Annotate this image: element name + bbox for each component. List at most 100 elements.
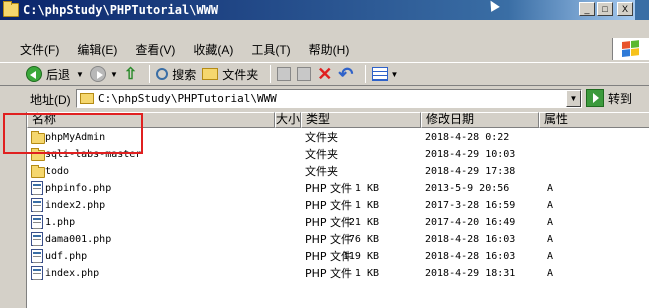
views-button[interactable]: ▼ bbox=[372, 67, 398, 81]
folder-icon bbox=[31, 165, 45, 178]
folders-button[interactable]: 文件夹 bbox=[202, 66, 258, 83]
file-attributes: A bbox=[547, 217, 554, 228]
folders-label: 文件夹 bbox=[222, 67, 259, 82]
menu-tools[interactable]: 工具(T) bbox=[251, 41, 290, 58]
menu-edit[interactable]: 编辑(E) bbox=[77, 41, 117, 58]
address-input[interactable]: C:\phpStudy\PHPTutorial\WWW ▼ bbox=[76, 89, 582, 108]
list-item[interactable]: index.php 1 KB PHP 文件 2018-4-29 18:31 A bbox=[27, 265, 649, 282]
desktop-background bbox=[635, 0, 649, 20]
file-name: index.php bbox=[45, 268, 100, 279]
file-attributes: A bbox=[547, 200, 554, 211]
file-attributes: A bbox=[547, 251, 554, 262]
forward-arrow-icon bbox=[89, 66, 106, 82]
maximize-button[interactable]: □ bbox=[597, 2, 613, 16]
move-to-button[interactable] bbox=[277, 67, 292, 81]
file-name: index2.php bbox=[45, 200, 106, 211]
php-file-icon bbox=[31, 198, 43, 212]
address-dropdown-button[interactable]: ▼ bbox=[566, 90, 581, 107]
file-type: PHP 文件 bbox=[305, 182, 353, 195]
column-header-modified[interactable]: 修改日期 bbox=[421, 112, 539, 128]
menu-file[interactable]: 文件(F) bbox=[20, 41, 59, 58]
folder-icon bbox=[80, 93, 94, 104]
file-name: 1.php bbox=[45, 217, 76, 228]
move-to-icon bbox=[277, 67, 292, 81]
file-size: 1 KB bbox=[354, 183, 379, 194]
menu-view[interactable]: 查看(V) bbox=[135, 41, 175, 58]
undo-button[interactable]: ↶ bbox=[338, 65, 353, 83]
file-modified: 2017-4-20 16:49 bbox=[425, 217, 516, 228]
file-modified: 2018-4-28 16:03 bbox=[425, 251, 516, 262]
file-type: PHP 文件 bbox=[305, 267, 353, 280]
explorer-window: C:\phpStudy\PHPTutorial\WWW _ □ X 文件(F) … bbox=[0, 0, 649, 308]
php-file-icon bbox=[31, 232, 43, 246]
file-name: dama001.php bbox=[45, 234, 112, 245]
column-header-type[interactable]: 类型 bbox=[301, 112, 421, 128]
folders-icon bbox=[202, 68, 219, 80]
file-type: PHP 文件 bbox=[305, 216, 353, 229]
back-label: 后退 bbox=[46, 67, 71, 82]
delete-button[interactable]: ✕ bbox=[317, 64, 333, 84]
php-file-icon bbox=[31, 181, 43, 195]
search-icon bbox=[156, 68, 169, 80]
menu-bar: 文件(F) 编辑(E) 查看(V) 收藏(A) 工具(T) 帮助(H) bbox=[0, 39, 612, 59]
file-attributes: A bbox=[547, 234, 554, 245]
back-button[interactable]: 后退 ▼ bbox=[26, 66, 84, 83]
minimize-button[interactable]: _ bbox=[579, 2, 595, 16]
search-button[interactable]: 搜索 bbox=[156, 66, 196, 83]
file-modified: 2017-3-28 16:59 bbox=[425, 200, 516, 211]
address-value: C:\phpStudy\PHPTutorial\WWW bbox=[98, 92, 277, 105]
forward-button[interactable]: ▼ bbox=[89, 66, 118, 82]
file-type: 文件夹 bbox=[305, 165, 338, 178]
file-modified: 2018-4-28 0:22 bbox=[425, 132, 510, 143]
file-name: phpinfo.php bbox=[45, 183, 112, 194]
toolbar-separator bbox=[149, 65, 151, 83]
file-type: 文件夹 bbox=[305, 148, 338, 161]
column-header-size[interactable]: 大小 bbox=[275, 112, 301, 128]
php-file-icon bbox=[31, 215, 43, 229]
windows-logo-icon bbox=[612, 38, 649, 60]
window-title: C:\phpStudy\PHPTutorial\WWW bbox=[23, 3, 219, 17]
file-modified: 2018-4-29 18:31 bbox=[425, 268, 516, 279]
file-size: 76 KB bbox=[348, 234, 379, 245]
up-folder-button[interactable]: ⇧ bbox=[124, 64, 137, 84]
copy-to-button[interactable] bbox=[297, 67, 312, 81]
chevron-down-icon: ▼ bbox=[390, 69, 399, 79]
php-file-icon bbox=[31, 266, 43, 280]
file-modified: 2018-4-29 17:38 bbox=[425, 166, 516, 177]
file-modified: 2018-4-28 16:03 bbox=[425, 234, 516, 245]
list-item[interactable]: index2.php 1 KB PHP 文件 2017-3-28 16:59 A bbox=[27, 197, 649, 214]
toolbar-separator bbox=[365, 65, 367, 83]
window-controls: _ □ X bbox=[579, 2, 633, 16]
go-button[interactable]: 转到 bbox=[586, 89, 632, 107]
file-attributes: A bbox=[547, 268, 554, 279]
list-item[interactable]: dama001.php 76 KB PHP 文件 2018-4-28 16:03 A bbox=[27, 231, 649, 248]
menu-favorites[interactable]: 收藏(A) bbox=[193, 41, 233, 58]
back-arrow-icon bbox=[26, 66, 42, 82]
title-bar[interactable]: C:\phpStudy\PHPTutorial\WWW bbox=[0, 0, 635, 20]
list-item[interactable]: 1.php 21 KB PHP 文件 2017-4-20 16:49 A bbox=[27, 214, 649, 231]
file-type: PHP 文件 bbox=[305, 250, 353, 263]
file-size: 1 KB bbox=[354, 268, 379, 279]
go-arrow-icon bbox=[586, 89, 604, 107]
file-type: PHP 文件 bbox=[305, 233, 353, 246]
address-label: 地址(D) bbox=[30, 92, 71, 107]
menu-help[interactable]: 帮助(H) bbox=[309, 41, 350, 58]
toolbar: 后退 ▼ ▼ ⇧ 搜索 文件夹 ✕ ↶ ▼ bbox=[0, 62, 649, 86]
file-size: 21 KB bbox=[348, 217, 379, 228]
list-item[interactable]: phpinfo.php 1 KB PHP 文件 2013-5-9 20:56 A bbox=[27, 180, 649, 197]
views-icon bbox=[372, 67, 389, 81]
file-size: 1 KB bbox=[354, 200, 379, 211]
go-label: 转到 bbox=[608, 91, 633, 106]
list-item[interactable]: todo 文件夹 2018-4-29 17:38 bbox=[27, 163, 649, 180]
delete-icon: ✕ bbox=[317, 64, 333, 84]
address-bar: 地址(D) C:\phpStudy\PHPTutorial\WWW ▼ 转到 bbox=[0, 88, 649, 110]
highlight-annotation-box bbox=[3, 113, 143, 154]
list-item[interactable]: udf.php 119 KB PHP 文件 2018-4-28 16:03 A bbox=[27, 248, 649, 265]
close-button[interactable]: X bbox=[617, 2, 633, 16]
toolbar-separator bbox=[270, 65, 272, 83]
column-header-attributes[interactable]: 属性 bbox=[539, 112, 649, 128]
copy-to-icon bbox=[297, 67, 312, 81]
up-folder-icon: ⇧ bbox=[123, 66, 138, 83]
folder-icon bbox=[3, 1, 19, 17]
search-label: 搜索 bbox=[172, 67, 197, 82]
